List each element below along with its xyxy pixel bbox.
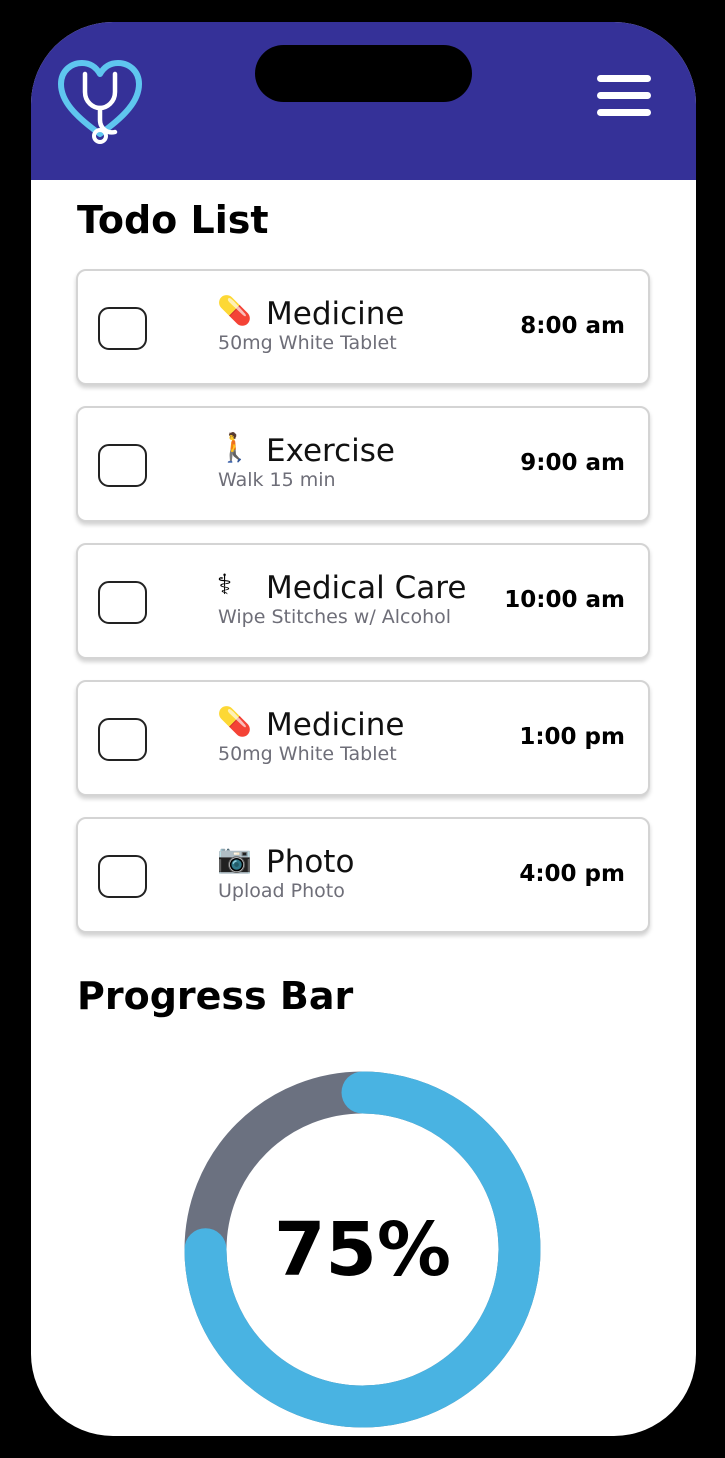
progress-ring: 75% xyxy=(184,1071,541,1428)
todo-checkbox[interactable] xyxy=(98,581,147,624)
todo-item-icon: ⚕ xyxy=(217,568,233,601)
todo-item-time: 10:00 am xyxy=(504,587,625,613)
todo-checkbox[interactable] xyxy=(98,444,147,487)
todo-item[interactable]: 🚶 Exercise Walk 15 min 9:00 am xyxy=(76,406,650,522)
todo-item-subtitle: Upload Photo xyxy=(218,880,345,902)
hamburger-menu-icon[interactable] xyxy=(597,75,653,123)
todo-checkbox[interactable] xyxy=(98,307,147,350)
progress-bar-title: Progress Bar xyxy=(77,974,354,1018)
todo-item-title: Photo xyxy=(266,844,355,880)
todo-item-title: Medicine xyxy=(266,296,405,332)
todo-item-time: 9:00 am xyxy=(520,450,625,476)
todo-item-icon: 📷 xyxy=(217,842,252,875)
todo-item-subtitle: 50mg White Tablet xyxy=(218,332,397,354)
heart-stethoscope-icon[interactable] xyxy=(55,56,145,146)
todo-item-time: 8:00 am xyxy=(520,313,625,339)
todo-item-time: 1:00 pm xyxy=(519,724,625,750)
todo-item-icon: 🚶 xyxy=(217,431,252,464)
todo-item-time: 4:00 pm xyxy=(519,861,625,887)
todo-item[interactable]: 💊 Medicine 50mg White Tablet 8:00 am xyxy=(76,269,650,385)
todo-checkbox[interactable] xyxy=(98,718,147,761)
todo-item-icon: 💊 xyxy=(217,705,252,738)
todo-item-subtitle: Wipe Stitches w/ Alcohol xyxy=(218,606,452,628)
camera-notch xyxy=(255,45,472,102)
todo-item-subtitle: Walk 15 min xyxy=(218,469,336,491)
todo-item-title: Exercise xyxy=(266,433,395,469)
todo-item[interactable]: 📷 Photo Upload Photo 4:00 pm xyxy=(76,817,650,933)
todo-item-title: Medical Care xyxy=(266,570,467,606)
todo-item-icon: 💊 xyxy=(217,294,252,327)
todo-item-subtitle: 50mg White Tablet xyxy=(218,743,397,765)
progress-percentage: 75% xyxy=(273,1206,452,1293)
todo-item[interactable]: 💊 Medicine 50mg White Tablet 1:00 pm xyxy=(76,680,650,796)
todo-item-title: Medicine xyxy=(266,707,405,743)
todo-list-title: Todo List xyxy=(77,198,269,242)
app-header xyxy=(31,22,696,180)
todo-item[interactable]: ⚕ Medical Care Wipe Stitches w/ Alcohol 10:… xyxy=(76,543,650,659)
phone-screen: Todo List 💊 Medicine 50mg White Tablet 8:00… xyxy=(31,22,696,1436)
todo-checkbox[interactable] xyxy=(98,855,147,898)
